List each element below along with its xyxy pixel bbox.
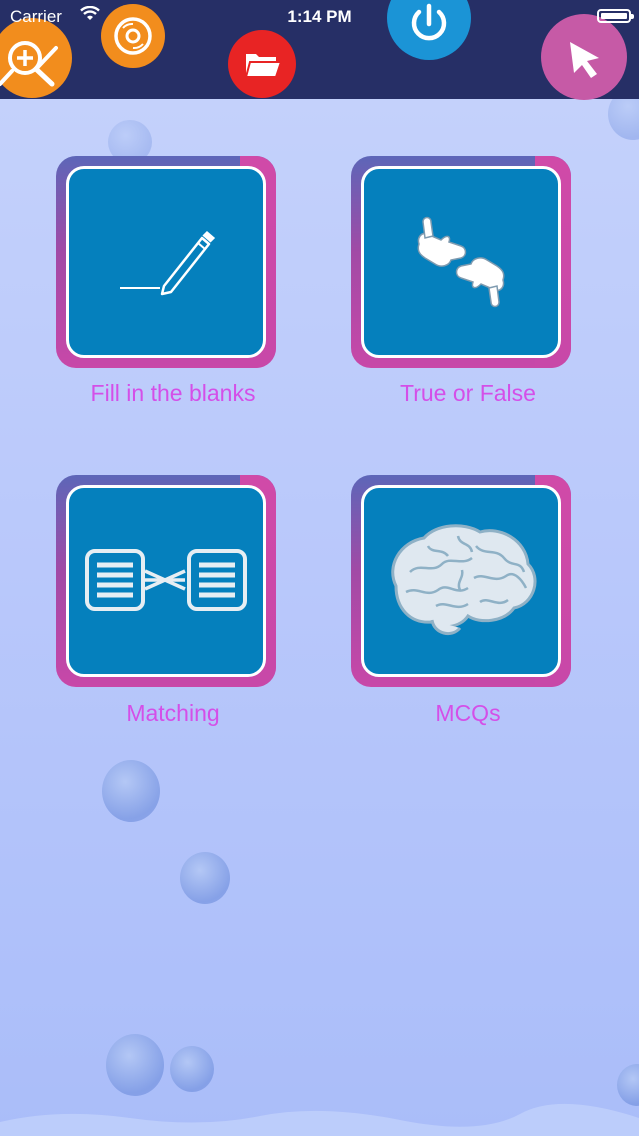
mcqs-tile[interactable] (351, 475, 571, 687)
decorative-bubble (170, 1046, 214, 1092)
decorative-wave (0, 1103, 639, 1136)
tile-icon-area (66, 485, 266, 677)
tile-icon-area (361, 485, 561, 677)
battery-icon (597, 9, 634, 23)
status-bar: Carrier 1:14 PM (0, 0, 639, 32)
fill-in-blanks-label[interactable]: Fill in the blanks (23, 380, 323, 407)
decorative-bubble (180, 852, 230, 904)
tile-icon-area (361, 166, 561, 358)
matching-tile[interactable] (56, 475, 276, 687)
folder-icon (244, 54, 283, 78)
true-or-false-label[interactable]: True or False (318, 380, 618, 407)
matching-label[interactable]: Matching (23, 700, 323, 727)
decorative-bubble (617, 1064, 639, 1106)
status-time: 1:14 PM (287, 7, 352, 26)
mcqs-label[interactable]: MCQs (318, 700, 618, 727)
thumbs-up-down-icon (417, 216, 505, 308)
pencil-line-icon (120, 230, 216, 296)
matching-lists-icon (85, 549, 247, 611)
decorative-bubble (106, 1034, 164, 1096)
tile-icon-area (66, 166, 266, 358)
brain-icon (391, 524, 537, 636)
fill-in-blanks-tile[interactable] (56, 156, 276, 368)
open-folder-button[interactable] (228, 30, 296, 98)
true-or-false-tile[interactable] (351, 156, 571, 368)
decorative-bubble (102, 760, 160, 822)
